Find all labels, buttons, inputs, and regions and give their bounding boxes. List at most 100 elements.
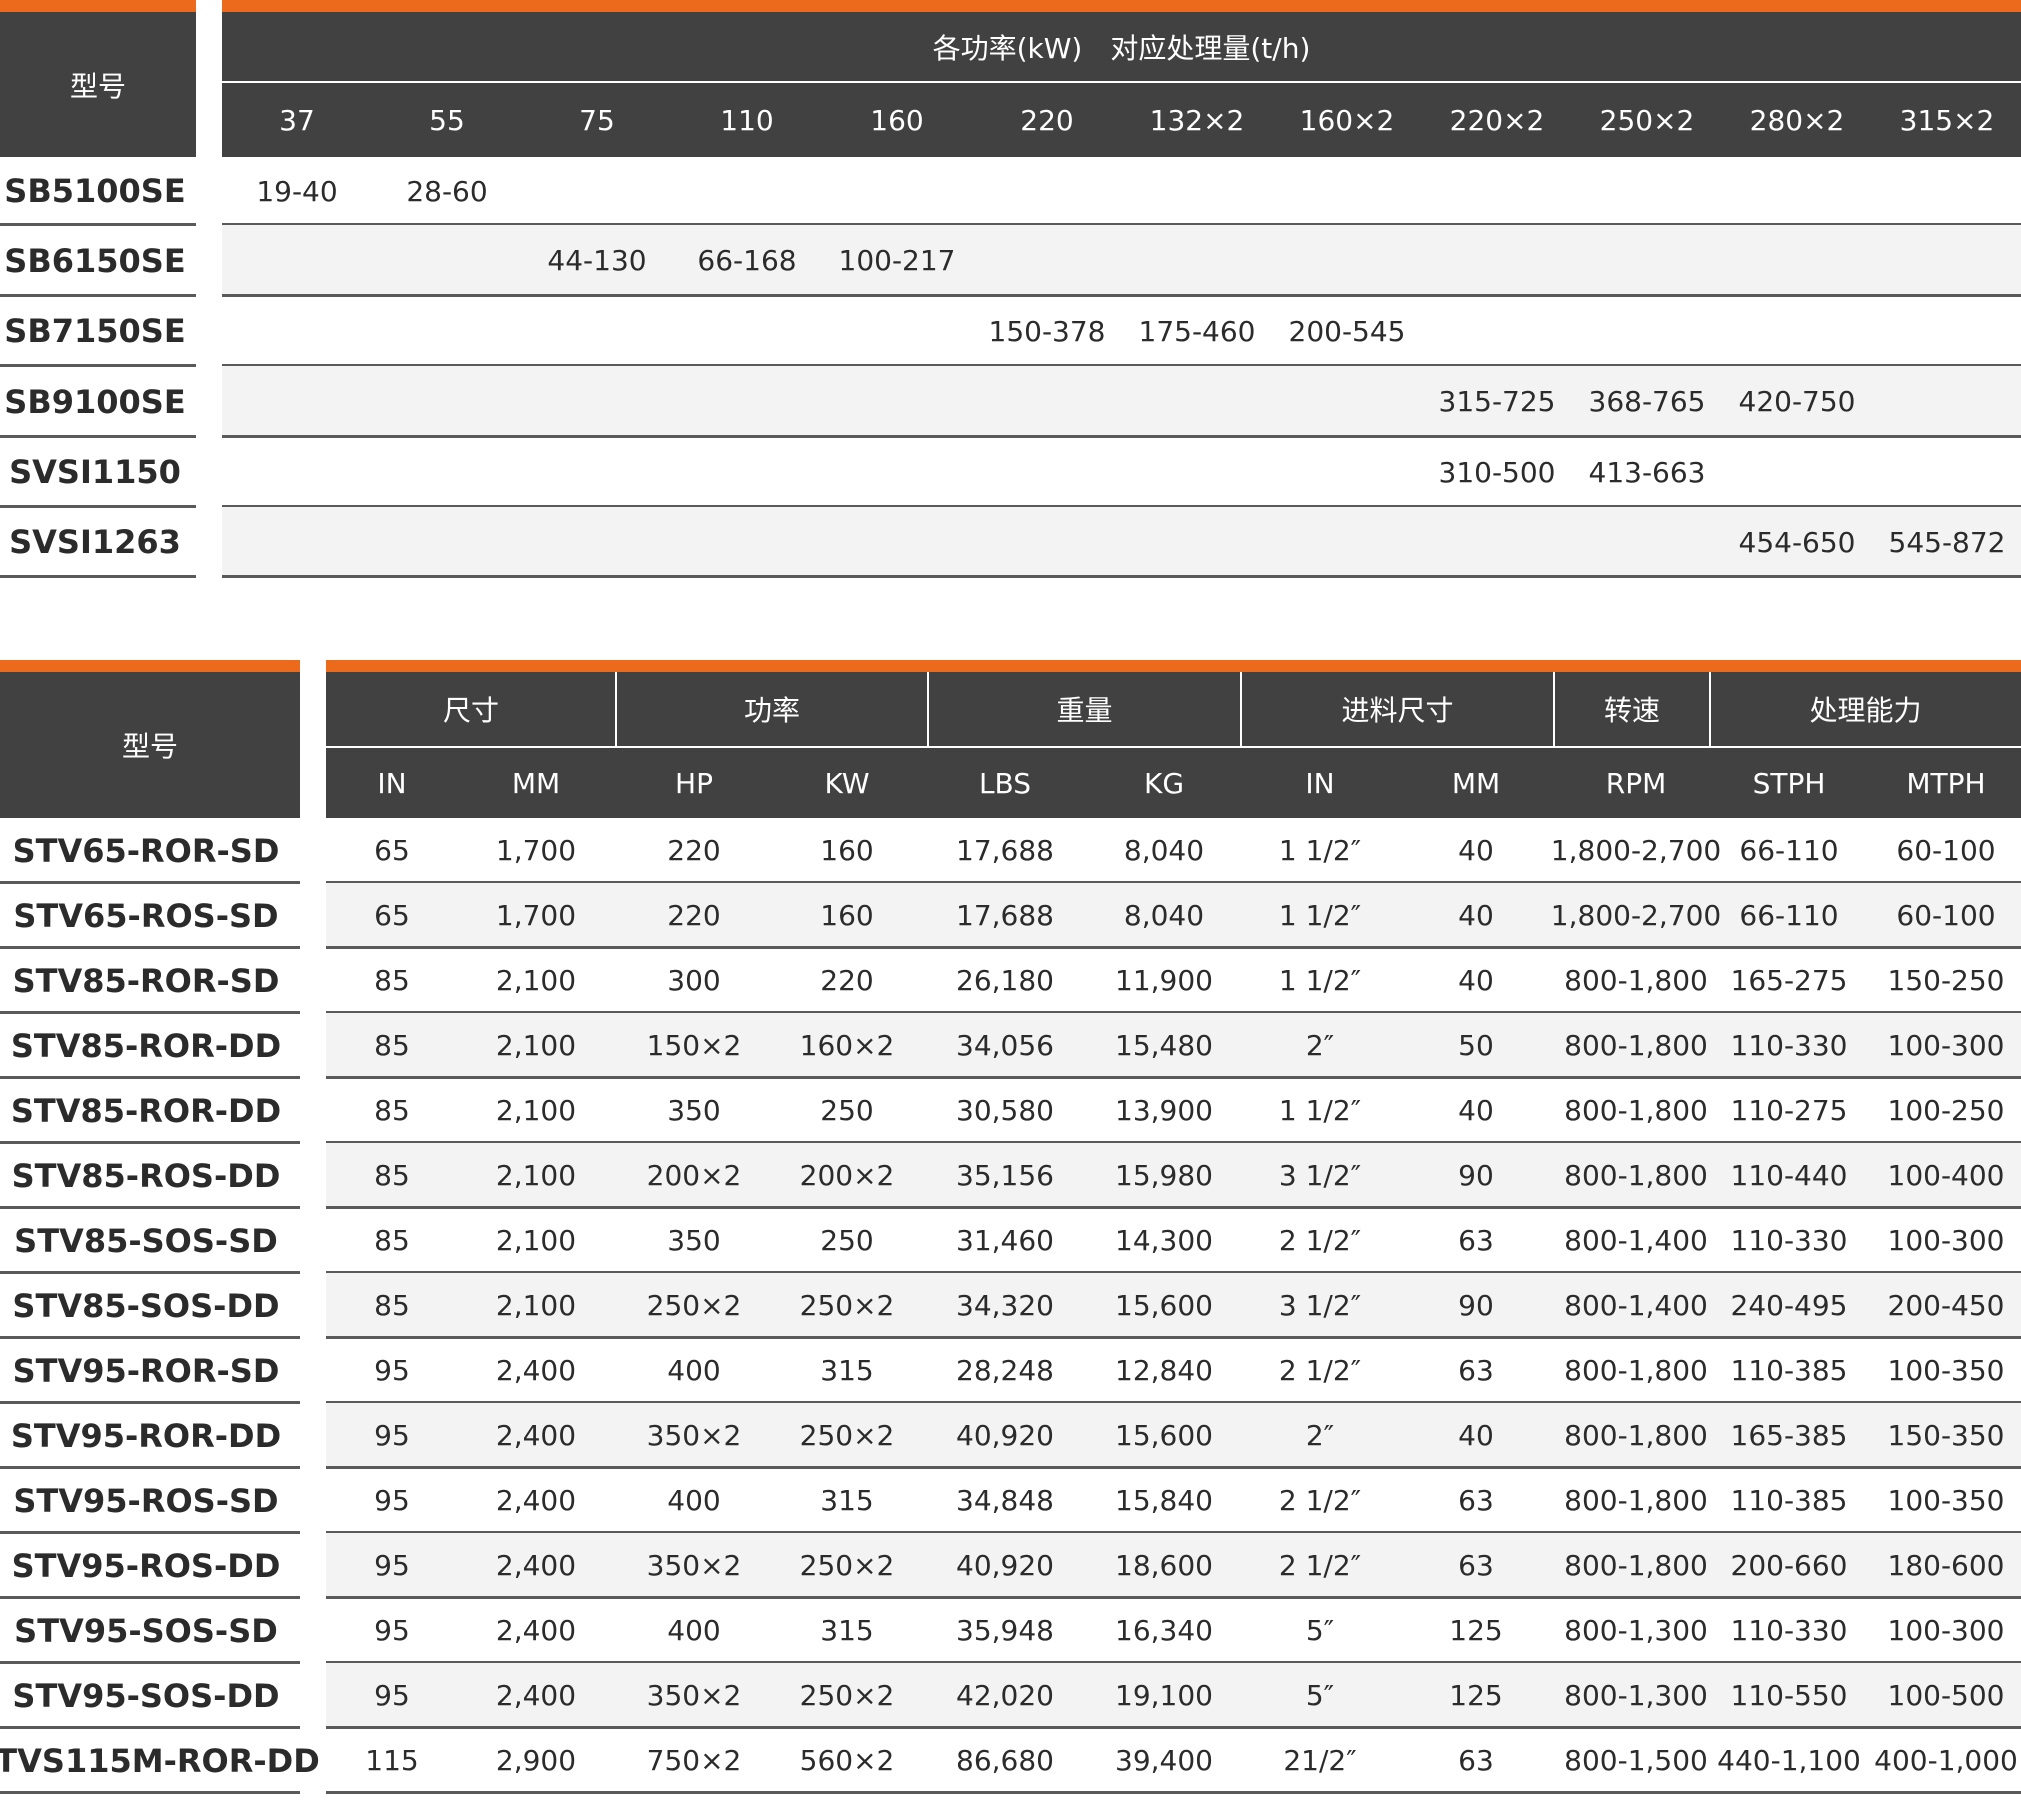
table2-cell: 440-1,100	[1717, 1744, 1861, 1777]
table2-cell: 200-660	[1730, 1549, 1848, 1582]
table1-cell: 44-130	[547, 244, 647, 277]
table2-cell: 220	[667, 899, 721, 932]
table2-row-model: STV85-ROR-SD	[12, 961, 280, 1000]
table2-cell: 2,400	[495, 1679, 577, 1712]
table1-column-header: 250×2	[1599, 104, 1695, 137]
table2-cell: 150×2	[646, 1029, 742, 1062]
table2-row-model: STV95-ROS-SD	[13, 1481, 279, 1520]
table1-cell: 315-725	[1438, 385, 1556, 418]
table2-sub-header: KW	[824, 766, 870, 800]
table2-cell: 100-350	[1887, 1484, 2005, 1517]
table2-cell: 85	[374, 1224, 410, 1257]
table1-cell: 175-460	[1138, 314, 1256, 348]
table2-cell: 34,056	[956, 1029, 1054, 1062]
table2-cell: 34,848	[956, 1484, 1054, 1517]
table2-cell: 95	[374, 1484, 410, 1517]
table1-row-model: SVSI1263	[9, 523, 181, 561]
table2-cell: 21/2″	[1283, 1744, 1357, 1777]
table2-cell: 315	[820, 1614, 874, 1647]
table2-cell: 1 1/2″	[1278, 899, 1362, 932]
table2-cell: 800-1,800	[1564, 1029, 1708, 1062]
table1-row-model: SVSI1150	[9, 453, 181, 491]
table1-cell: 19-40	[256, 174, 338, 208]
table1-cell: 28-60	[406, 174, 488, 208]
table2-sub-header: MM	[511, 766, 561, 800]
table2-cell: 42,020	[956, 1679, 1054, 1712]
table2-cell: 150-350	[1887, 1419, 2005, 1452]
table2-cell: 85	[374, 1029, 410, 1062]
table2-cell: 400-1,000	[1874, 1744, 2018, 1777]
table2-cell: 150-250	[1887, 964, 2005, 997]
table2-cell: 66-110	[1739, 899, 1839, 932]
table2-model-header-accent	[0, 660, 300, 672]
table2-row-model: STV95-ROS-DD	[11, 1546, 281, 1585]
table2-group-divider	[615, 672, 617, 748]
table2-cell: 2,100	[495, 1029, 577, 1062]
table2-cell: 60-100	[1896, 834, 1996, 867]
table1-cell: 66-168	[697, 244, 797, 277]
table2-cell: 39,400	[1115, 1744, 1213, 1777]
table1-column-header: 220	[1020, 104, 1074, 137]
table2-cell: 300	[667, 964, 721, 997]
table2-cell: 200×2	[646, 1159, 742, 1192]
table2-cell: 110-440	[1730, 1159, 1848, 1192]
table2-cell: 800-1,800	[1564, 1159, 1708, 1192]
table2-cell: 15,840	[1115, 1484, 1213, 1517]
table2-cell: 86,680	[956, 1744, 1054, 1777]
table2-cell: 15,480	[1115, 1029, 1213, 1062]
table1-row-model: SB9100SE	[4, 382, 186, 421]
table2-model-header-label: 型号	[121, 730, 178, 763]
table1-column-header: 132×2	[1149, 104, 1245, 137]
table2-group-header: 转速	[1603, 694, 1660, 727]
table2-cell: 63	[1458, 1484, 1494, 1517]
table1-column-header: 160×2	[1299, 104, 1395, 137]
table2-row-model: STV95-ROR-DD	[10, 1416, 282, 1455]
table1-cell: 150-378	[988, 314, 1106, 348]
table2-cell: 40	[1458, 1419, 1494, 1452]
table2-cell: 2″	[1305, 1419, 1335, 1452]
table2-cell: 350×2	[646, 1549, 742, 1582]
table2-sub-header: STPH	[1752, 766, 1826, 800]
table2-cell: 30,580	[956, 1094, 1054, 1127]
table2-sub-header: HP	[675, 766, 713, 800]
table2-cell: 8,040	[1123, 899, 1205, 932]
table2-cell: 2,900	[495, 1744, 577, 1777]
table2-cell: 125	[1449, 1679, 1503, 1712]
table1-row-divider	[222, 435, 2021, 438]
table2-cell: 100-300	[1887, 1029, 2005, 1062]
table2-cell: 315	[820, 1484, 874, 1517]
table2-cell: 14,300	[1115, 1224, 1213, 1257]
table2-row-model: STV65-ROS-SD	[13, 896, 279, 935]
table2-cell: 2,100	[495, 964, 577, 997]
table2-cell: 800-1,300	[1564, 1614, 1708, 1647]
table2-cell: 19,100	[1115, 1679, 1213, 1712]
table2-row-model: STV85-SOS-DD	[12, 1286, 280, 1325]
table2-cell: 17,688	[956, 899, 1054, 932]
table2-group-header: 处理能力	[1809, 694, 1922, 727]
table2-cell: 350	[667, 1224, 721, 1257]
table2-cell: 26,180	[956, 964, 1054, 997]
table2-cell: 220	[667, 834, 721, 867]
table2-cell: 800-1,300	[1564, 1679, 1708, 1712]
table2-cell: 800-1,800	[1564, 1094, 1708, 1127]
table2-cell: 1,800-2,700	[1550, 834, 1722, 867]
table2-cell: 95	[374, 1614, 410, 1647]
table2-cell: 2,100	[495, 1159, 577, 1192]
table1-cell: 420-750	[1738, 385, 1856, 418]
table2-cell: 160	[820, 834, 874, 867]
table2-sub-header: IN	[1305, 766, 1335, 800]
table2-group-header: 功率	[743, 694, 800, 727]
table2-cell: 350×2	[646, 1679, 742, 1712]
table2-cell: 40	[1458, 899, 1494, 932]
table2-cell: 1 1/2″	[1278, 834, 1362, 867]
table2-cell: 1,700	[495, 899, 577, 932]
table2-cell: 2,100	[495, 1094, 577, 1127]
table2-cell: 165-385	[1730, 1419, 1848, 1452]
table2-cell: 40	[1458, 964, 1494, 997]
table2-cell: 40,920	[956, 1549, 1054, 1582]
table2-cell: 35,156	[956, 1159, 1054, 1192]
table1-row-model: SB6150SE	[4, 241, 186, 280]
table2-cell: 5″	[1305, 1614, 1335, 1647]
table2-cell: 100-300	[1887, 1614, 2005, 1647]
table2-cell: 110-275	[1730, 1094, 1848, 1127]
